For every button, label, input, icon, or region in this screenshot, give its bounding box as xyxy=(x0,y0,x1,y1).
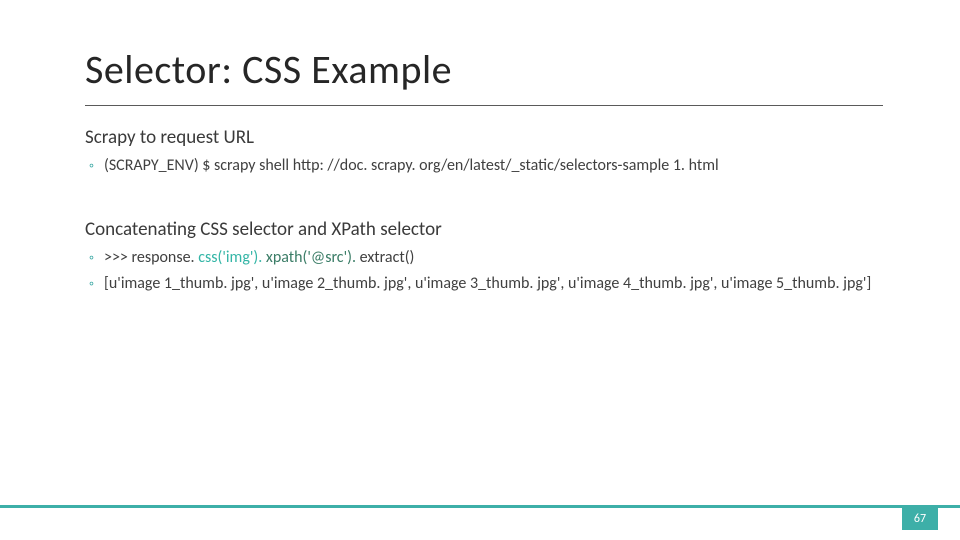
bullet-text: (SCRAPY_ENV) $ scrapy shell http: //doc.… xyxy=(104,155,719,177)
page-number-badge: 67 xyxy=(902,508,938,530)
page-number: 67 xyxy=(914,512,926,526)
footer-bar xyxy=(0,505,960,530)
bullet-text: >>> response. css('img'). xpath('@src').… xyxy=(104,247,414,269)
bullet-marker-icon: ◦ xyxy=(89,247,94,269)
bullet-text: [u'image 1_thumb. jpg', u'image 2_thumb.… xyxy=(104,273,871,295)
slide-title: Selector: CSS Example xyxy=(85,45,452,94)
slide: Selector: CSS Example Scrapy to request … xyxy=(0,0,960,540)
bullet-item: ◦ [u'image 1_thumb. jpg', u'image 2_thum… xyxy=(85,273,871,295)
section-heading: Concatenating CSS selector and XPath sel… xyxy=(85,218,871,241)
title-underline xyxy=(85,105,883,106)
code-css: css('img'). xyxy=(198,248,266,267)
bullet-item: ◦ >>> response. css('img'). xpath('@src'… xyxy=(85,247,871,269)
section-concat: Concatenating CSS selector and XPath sel… xyxy=(85,218,871,296)
bullet-marker-icon: ◦ xyxy=(89,155,94,177)
code-prefix: >>> response. xyxy=(104,248,198,267)
section-scrapy-request: Scrapy to request URL ◦ (SCRAPY_ENV) $ s… xyxy=(85,126,719,177)
bullet-marker-icon: ◦ xyxy=(89,273,94,295)
section-heading: Scrapy to request URL xyxy=(85,126,719,149)
code-xpath: xpath('@src'). xyxy=(266,248,360,267)
bullet-item: ◦ (SCRAPY_ENV) $ scrapy shell http: //do… xyxy=(85,155,719,177)
code-suffix: extract() xyxy=(360,248,415,267)
